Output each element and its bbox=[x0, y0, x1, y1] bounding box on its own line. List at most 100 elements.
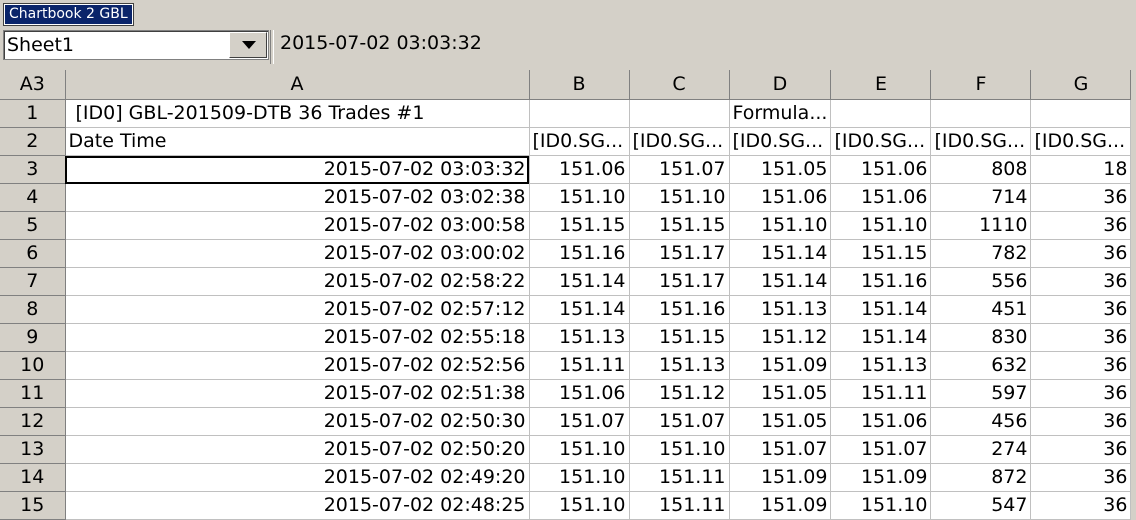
row-header[interactable]: 7 bbox=[0, 267, 66, 296]
cell-c[interactable]: 151.10 bbox=[629, 183, 730, 212]
cell-g[interactable]: 36 bbox=[1030, 379, 1132, 408]
cell-a[interactable]: 2015-07-02 03:02:38 bbox=[65, 183, 530, 212]
cell-g[interactable]: 36 bbox=[1030, 211, 1132, 240]
cell-f[interactable]: 632 bbox=[930, 351, 1032, 380]
cell-b[interactable]: 151.13 bbox=[529, 323, 630, 352]
row-header[interactable]: 5 bbox=[0, 211, 66, 240]
cell-g[interactable]: 18 bbox=[1030, 155, 1132, 184]
cell-e1[interactable] bbox=[830, 99, 932, 128]
cell-b[interactable]: 151.11 bbox=[529, 351, 630, 380]
cell-b[interactable]: 151.15 bbox=[529, 211, 630, 240]
cell-b[interactable]: 151.06 bbox=[529, 379, 630, 408]
row-header[interactable]: 15 bbox=[0, 491, 66, 520]
cell-d[interactable]: 151.06 bbox=[729, 183, 832, 212]
cell-a[interactable]: 2015-07-02 02:57:12 bbox=[65, 295, 530, 324]
cell-b[interactable]: 151.07 bbox=[529, 407, 630, 436]
row-header[interactable]: 12 bbox=[0, 407, 66, 436]
cell-c[interactable]: 151.12 bbox=[629, 379, 730, 408]
cell-a[interactable]: 2015-07-02 02:58:22 bbox=[65, 267, 530, 296]
cell-f[interactable]: 1110 bbox=[930, 211, 1032, 240]
cell-c[interactable]: 151.17 bbox=[629, 239, 730, 268]
cell-e[interactable]: 151.09 bbox=[830, 463, 932, 492]
tab-chartbook[interactable]: Chartbook 2 GBL bbox=[3, 3, 134, 26]
cell-b[interactable]: 151.10 bbox=[529, 435, 630, 464]
cell-e[interactable]: 151.10 bbox=[830, 491, 932, 520]
cell-e[interactable]: 151.06 bbox=[830, 183, 932, 212]
cell-d[interactable]: 151.14 bbox=[729, 267, 832, 296]
cell-c[interactable]: 151.07 bbox=[629, 407, 730, 436]
cell-c[interactable]: 151.11 bbox=[629, 491, 730, 520]
cell-a[interactable]: 2015-07-02 02:52:56 bbox=[65, 351, 530, 380]
cell-g[interactable]: 36 bbox=[1030, 435, 1132, 464]
cell-g2[interactable]: [ID0.SG... bbox=[1030, 127, 1132, 156]
cell-f[interactable]: 597 bbox=[930, 379, 1032, 408]
cell-c1[interactable] bbox=[629, 99, 730, 128]
row-header[interactable]: 13 bbox=[0, 435, 66, 464]
cell-g[interactable]: 36 bbox=[1030, 491, 1132, 520]
cell-c[interactable]: 151.13 bbox=[629, 351, 730, 380]
row-header[interactable]: 8 bbox=[0, 295, 66, 324]
cell-g1[interactable] bbox=[1030, 99, 1132, 128]
sheet-dropdown-button[interactable] bbox=[229, 32, 267, 58]
cell-a[interactable]: 2015-07-02 02:55:18 bbox=[65, 323, 530, 352]
cell-f[interactable]: 872 bbox=[930, 463, 1032, 492]
row-header[interactable]: 9 bbox=[0, 323, 66, 352]
cell-a1[interactable]: [ID0] GBL-201509-DTB 36 Trades #1 bbox=[65, 99, 530, 128]
cell-b[interactable]: 151.10 bbox=[529, 183, 630, 212]
cell-e[interactable]: 151.07 bbox=[830, 435, 932, 464]
cell-e[interactable]: 151.15 bbox=[830, 239, 932, 268]
cell-f[interactable]: 808 bbox=[930, 155, 1032, 184]
cell-a[interactable]: 2015-07-02 03:00:02 bbox=[65, 239, 530, 268]
cell-g[interactable]: 36 bbox=[1030, 323, 1132, 352]
row-header[interactable]: 2 bbox=[0, 127, 66, 156]
cell-f[interactable]: 714 bbox=[930, 183, 1032, 212]
cell-f[interactable]: 451 bbox=[930, 295, 1032, 324]
cell-a2[interactable]: Date Time bbox=[65, 127, 530, 156]
cell-a[interactable]: 2015-07-02 02:50:20 bbox=[65, 435, 530, 464]
cell-g[interactable]: 36 bbox=[1030, 267, 1132, 296]
cell-e[interactable]: 151.10 bbox=[830, 211, 932, 240]
cell-e[interactable]: 151.14 bbox=[830, 295, 932, 324]
row-header[interactable]: 3 bbox=[0, 155, 66, 184]
cell-g[interactable]: 36 bbox=[1030, 183, 1132, 212]
cell-c2[interactable]: [ID0.SG... bbox=[629, 127, 730, 156]
column-header-b[interactable]: B bbox=[529, 70, 630, 100]
column-header-e[interactable]: E bbox=[830, 70, 932, 100]
cell-g[interactable]: 36 bbox=[1030, 407, 1132, 436]
cell-e[interactable]: 151.11 bbox=[830, 379, 932, 408]
cell-b1[interactable] bbox=[529, 99, 630, 128]
cell-d[interactable]: 151.12 bbox=[729, 323, 832, 352]
cell-e[interactable]: 151.14 bbox=[830, 323, 932, 352]
cell-f2[interactable]: [ID0.SG... bbox=[930, 127, 1032, 156]
cell-c[interactable]: 151.15 bbox=[629, 323, 730, 352]
cell-d[interactable]: 151.13 bbox=[729, 295, 832, 324]
column-header-a[interactable]: A bbox=[65, 70, 530, 100]
cell-a[interactable]: 2015-07-02 03:00:58 bbox=[65, 211, 530, 240]
cell-f[interactable]: 782 bbox=[930, 239, 1032, 268]
column-header-g[interactable]: G bbox=[1030, 70, 1132, 100]
cell-b[interactable]: 151.10 bbox=[529, 491, 630, 520]
row-header[interactable]: 11 bbox=[0, 379, 66, 408]
cell-d[interactable]: 151.05 bbox=[729, 407, 832, 436]
sheet-selector[interactable]: Sheet1 bbox=[3, 30, 269, 60]
cell-b2[interactable]: [ID0.SG... bbox=[529, 127, 630, 156]
cell-a[interactable]: 2015-07-02 02:48:25 bbox=[65, 491, 530, 520]
row-header[interactable]: 4 bbox=[0, 183, 66, 212]
cell-c[interactable]: 151.17 bbox=[629, 267, 730, 296]
row-header[interactable]: 6 bbox=[0, 239, 66, 268]
cell-a[interactable]: 2015-07-02 02:51:38 bbox=[65, 379, 530, 408]
cell-f[interactable]: 456 bbox=[930, 407, 1032, 436]
cell-g[interactable]: 36 bbox=[1030, 239, 1132, 268]
row-header[interactable]: 14 bbox=[0, 463, 66, 492]
cell-e[interactable]: 151.13 bbox=[830, 351, 932, 380]
column-header-f[interactable]: F bbox=[930, 70, 1032, 100]
cell-d1[interactable]: Formula... bbox=[729, 99, 832, 128]
cell-g[interactable]: 36 bbox=[1030, 463, 1132, 492]
cell-c[interactable]: 151.11 bbox=[629, 463, 730, 492]
cell-c[interactable]: 151.15 bbox=[629, 211, 730, 240]
cell-f[interactable]: 556 bbox=[930, 267, 1032, 296]
cell-f[interactable]: 830 bbox=[930, 323, 1032, 352]
cell-c[interactable]: 151.10 bbox=[629, 435, 730, 464]
cell-d[interactable]: 151.09 bbox=[729, 351, 832, 380]
cell-b[interactable]: 151.14 bbox=[529, 295, 630, 324]
